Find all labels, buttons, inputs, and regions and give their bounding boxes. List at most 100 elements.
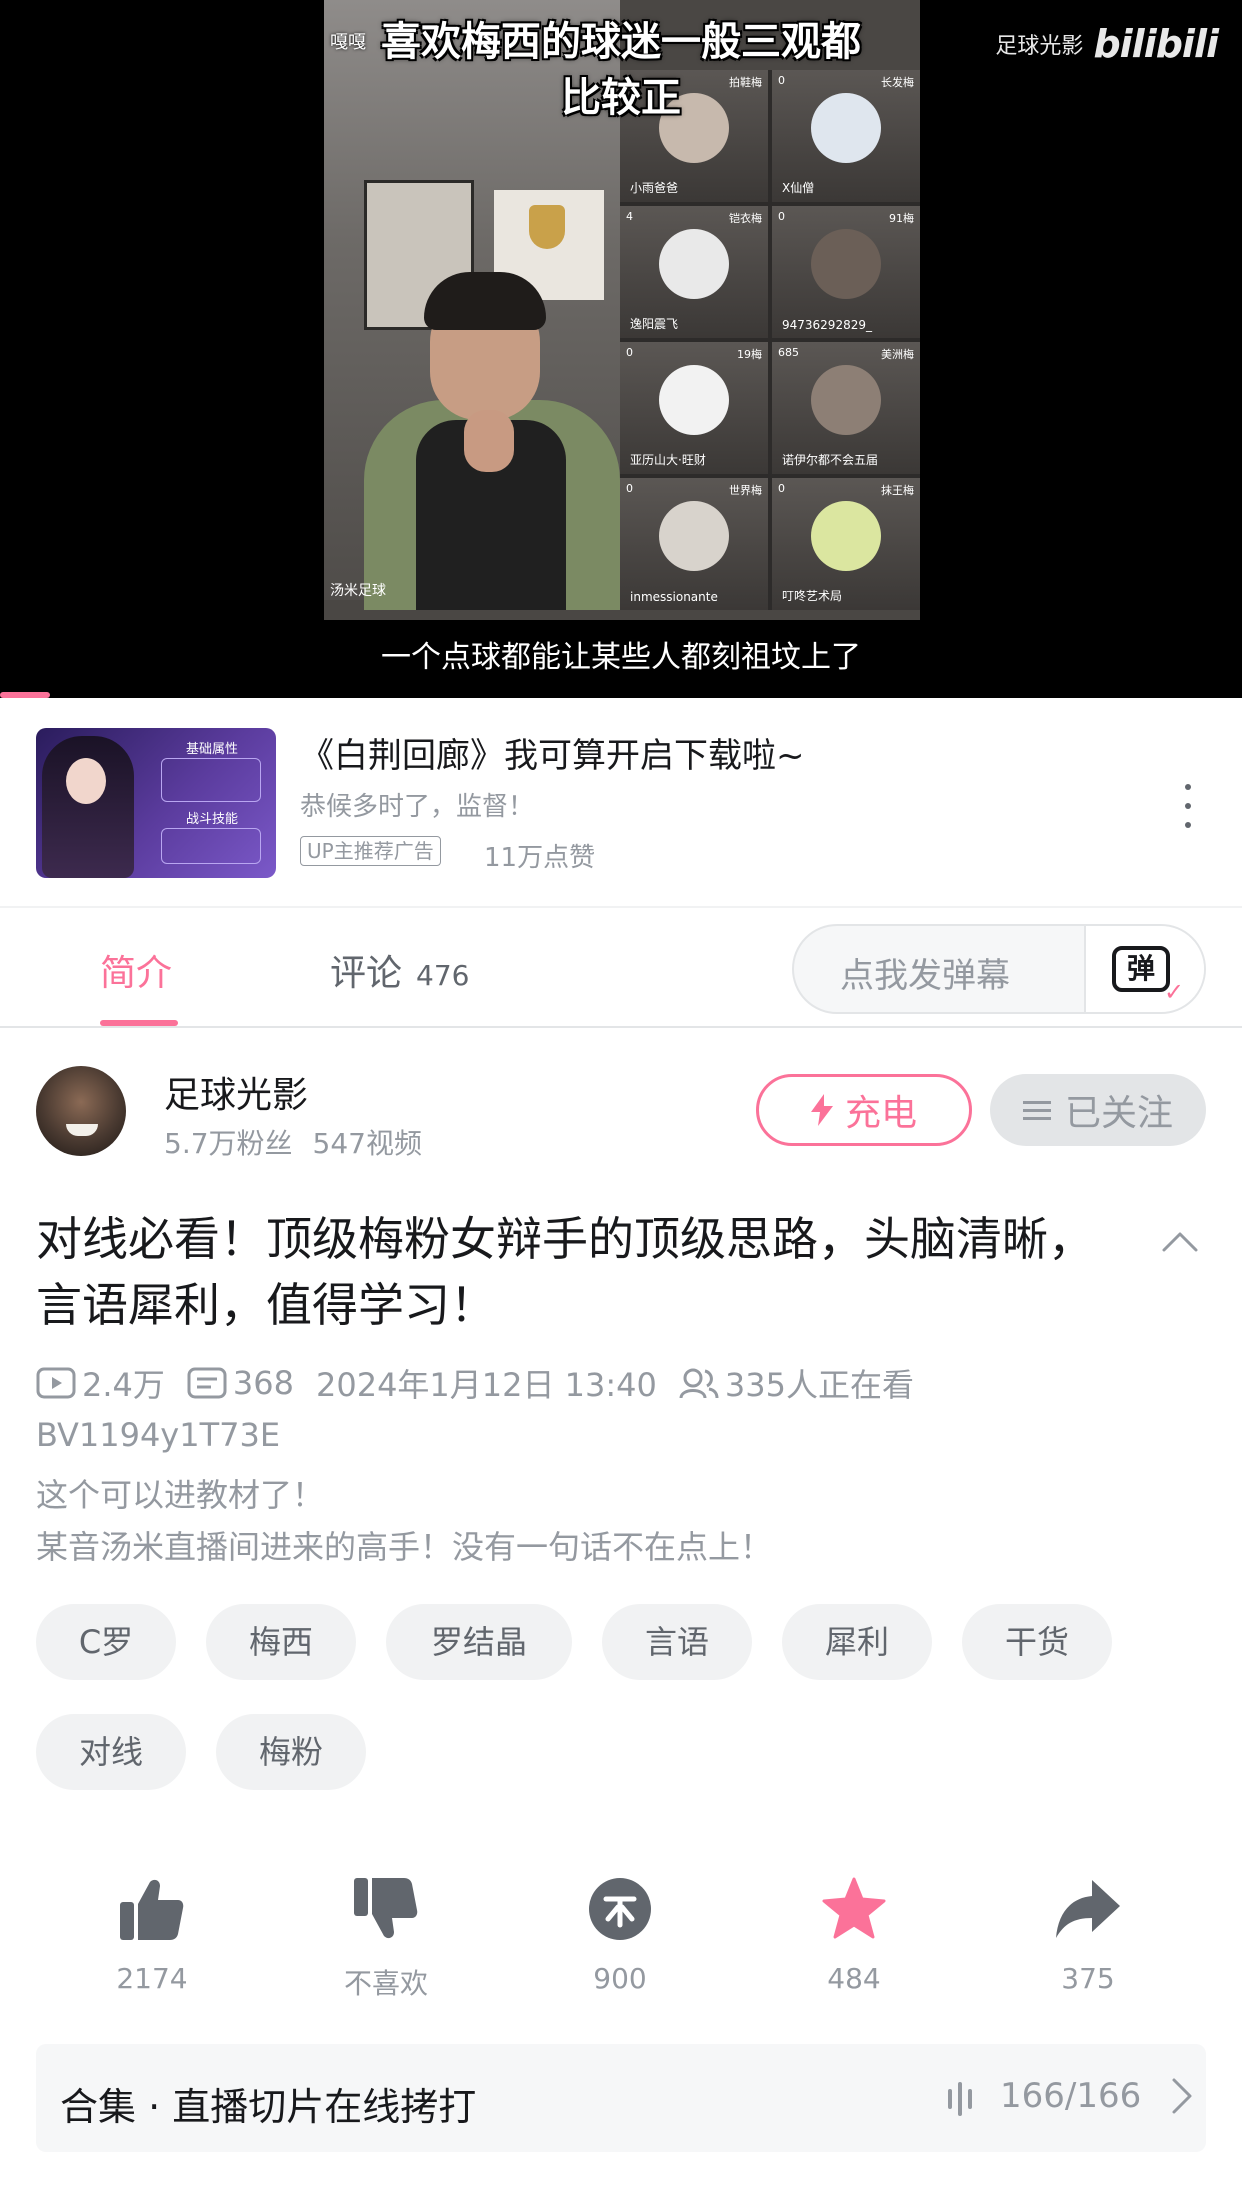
thumbs-up-icon	[120, 1879, 184, 1940]
guest-count: 4	[626, 210, 633, 223]
lightning-icon	[810, 1094, 833, 1126]
share-icon-wrap	[1018, 1876, 1158, 1942]
like-button[interactable]: 2174	[82, 1876, 222, 1995]
danmaku-count-icon	[187, 1367, 227, 1399]
like-icon-wrap	[82, 1876, 222, 1942]
guest-grid: 拍鞋梅 小雨爸爸 0 长发梅 X仙僧 4 铠衣梅 逸阳震飞 0 91梅 94736292829_ 0 1…	[620, 70, 920, 610]
guest-count: 0	[778, 482, 785, 495]
dot-2	[1185, 803, 1191, 809]
charge-label: 充电	[844, 1093, 917, 1134]
follow-button[interactable]: 已关注	[990, 1074, 1206, 1146]
streamer-label: 汤米足球	[330, 583, 386, 599]
guest-avatar	[659, 501, 729, 572]
danmaku-toggle-button[interactable]: 弹 ✓	[1084, 926, 1204, 1012]
coin-icon	[589, 1878, 651, 1940]
guest-count: 0	[778, 210, 785, 223]
tab-comments-label: 评论	[330, 953, 403, 994]
guest-count: 0	[626, 482, 633, 495]
uploader-name[interactable]: 足球光影	[164, 1066, 308, 1118]
bottom-caption: 一个点球都能让某些人都刻祖坟上了	[381, 640, 861, 675]
person-hair	[424, 272, 546, 330]
coin-icon-wrap	[550, 1876, 690, 1942]
guest-tile: 0 19梅 亚历山大·旺财	[620, 342, 768, 474]
share-count: 375	[1061, 1962, 1115, 1995]
guest-tag: 19梅	[737, 348, 762, 361]
uploader-fans: 5.7万粉丝	[164, 1127, 293, 1160]
danmaku-input[interactable]: 点我发弹幕	[840, 948, 1010, 997]
collection-progress: 166/166	[1000, 2076, 1142, 2116]
watching-count: 335人正在看	[724, 1366, 914, 1404]
thumbs-down-icon	[354, 1878, 418, 1939]
tag-chip[interactable]: 梅西	[206, 1604, 356, 1680]
uploader-stats: 5.7万粉丝 547视频	[164, 1122, 422, 1162]
charge-button[interactable]: 充电	[756, 1074, 972, 1146]
tag-chip[interactable]: 对线	[36, 1714, 186, 1790]
description-line-2: 某音汤米直播间进来的高手！没有一句话不在点上！	[36, 1528, 773, 1566]
episodes-icon	[948, 2082, 972, 2116]
guest-tile: 0 91梅 94736292829_	[772, 206, 920, 338]
watching-icon	[679, 1368, 719, 1399]
collection-entry[interactable]: 合集 · 直播切片在线拷打 166/166	[36, 2044, 1206, 2152]
ad-card[interactable]: 基础属性 战斗技能 《白荆回廊》我可算开启下载啦~ 恭候多时了，监督！ UP主推…	[0, 698, 1242, 908]
tag-chip[interactable]: 梅粉	[216, 1714, 366, 1790]
ad-thumbnail[interactable]: 基础属性 战斗技能	[36, 728, 276, 878]
guest-tag: 世界梅	[729, 484, 762, 497]
uploader-videos: 547视频	[312, 1127, 422, 1160]
guest-name: 94736292829_	[782, 318, 872, 332]
coin-count: 900	[593, 1962, 647, 1995]
menu-icon	[1022, 1100, 1051, 1120]
guest-avatar	[811, 365, 881, 436]
collection-name: 合集 · 直播切片在线拷打	[60, 2085, 477, 2129]
like-count: 2174	[116, 1962, 188, 1995]
dot-3	[1185, 822, 1191, 828]
ad-title[interactable]: 《白荆回廊》我可算开启下载啦~	[300, 728, 805, 777]
guest-tile: 4 铠衣梅逸阳震飞	[620, 206, 768, 338]
tag-chip[interactable]: 罗结晶	[386, 1604, 572, 1680]
video-player[interactable]: 汤米足球 拍鞋梅 小雨爸爸 0 长发梅 X仙僧 4 铠衣梅 逸阳震飞 0 91梅 947362928…	[0, 0, 1242, 698]
ad-thumb-text-2: 战斗技能	[186, 812, 239, 827]
coin-button[interactable]: 900	[550, 1876, 690, 1995]
tag-chip[interactable]: 犀利	[782, 1604, 932, 1680]
bvid[interactable]: BV1194y1T73E	[36, 1416, 280, 1454]
danmaku-bar: 点我发弹幕 弹 ✓	[792, 924, 1206, 1014]
guest-tile: 0 抹王梅 叮咚艺术局	[772, 478, 920, 610]
guest-tag: 美洲梅	[881, 348, 914, 361]
avatar[interactable]	[36, 1066, 126, 1156]
favorite-button[interactable]: 484	[784, 1876, 924, 1995]
guest-name: 亚历山大·旺财	[630, 453, 706, 467]
tab-comments[interactable]: 评论 476	[330, 944, 469, 996]
video-meta: 2.4万 368 2024年1月12日 13:40 335人正在看	[36, 1360, 914, 1406]
danmaku-tv-icon: 弹	[1112, 946, 1170, 992]
view-count: 2.4万	[82, 1366, 165, 1404]
favorite-count: 484	[827, 1962, 881, 1995]
guest-tag: 铠衣梅	[729, 212, 762, 225]
watermark-text: 足球光影	[995, 34, 1084, 59]
more-options-icon[interactable]	[1176, 784, 1200, 828]
avatar-detail	[66, 1124, 98, 1136]
tag-chip[interactable]: 言语	[602, 1604, 752, 1680]
tag-chip[interactable]: C罗	[36, 1604, 176, 1680]
bilibili-logo: bilibili	[1093, 22, 1219, 66]
guest-name: 小雨爸爸	[630, 181, 679, 195]
guest-name: inmessionante	[630, 590, 718, 604]
watermark: 足球光影 bilibili	[995, 22, 1219, 66]
top-caption-line2: 比较正	[561, 75, 681, 121]
tab-comments-count: 476	[416, 959, 470, 992]
tab-bar: 简介 评论 476 点我发弹幕 弹 ✓	[0, 910, 1242, 1028]
dislike-button[interactable]: 不喜欢	[316, 1876, 456, 2002]
tab-intro[interactable]: 简介	[100, 944, 172, 996]
guest-avatar	[811, 501, 881, 572]
guest-tile: 0 世界梅 inmessionante	[620, 478, 768, 610]
danmaku-count: 368	[232, 1364, 294, 1402]
favorite-icon-wrap	[784, 1876, 924, 1942]
video-title: 对线必看！顶级梅粉女辩手的顶级思路，头脑清晰，言语犀利，值得学习！	[36, 1212, 1094, 1332]
guest-avatar	[811, 229, 881, 300]
ad-thumb-panel-2	[161, 828, 261, 864]
tag-chip[interactable]: 干货	[962, 1604, 1112, 1680]
guest-name: 逸阳震飞	[630, 317, 679, 331]
share-button[interactable]: 375	[1018, 1876, 1158, 1995]
tab-active-indicator	[100, 1020, 178, 1026]
ad-likes: 11万点赞	[484, 843, 596, 873]
ad-subtitle: 恭候多时了，监督！	[300, 792, 535, 822]
chevron-up-icon[interactable]	[1160, 1222, 1200, 1262]
